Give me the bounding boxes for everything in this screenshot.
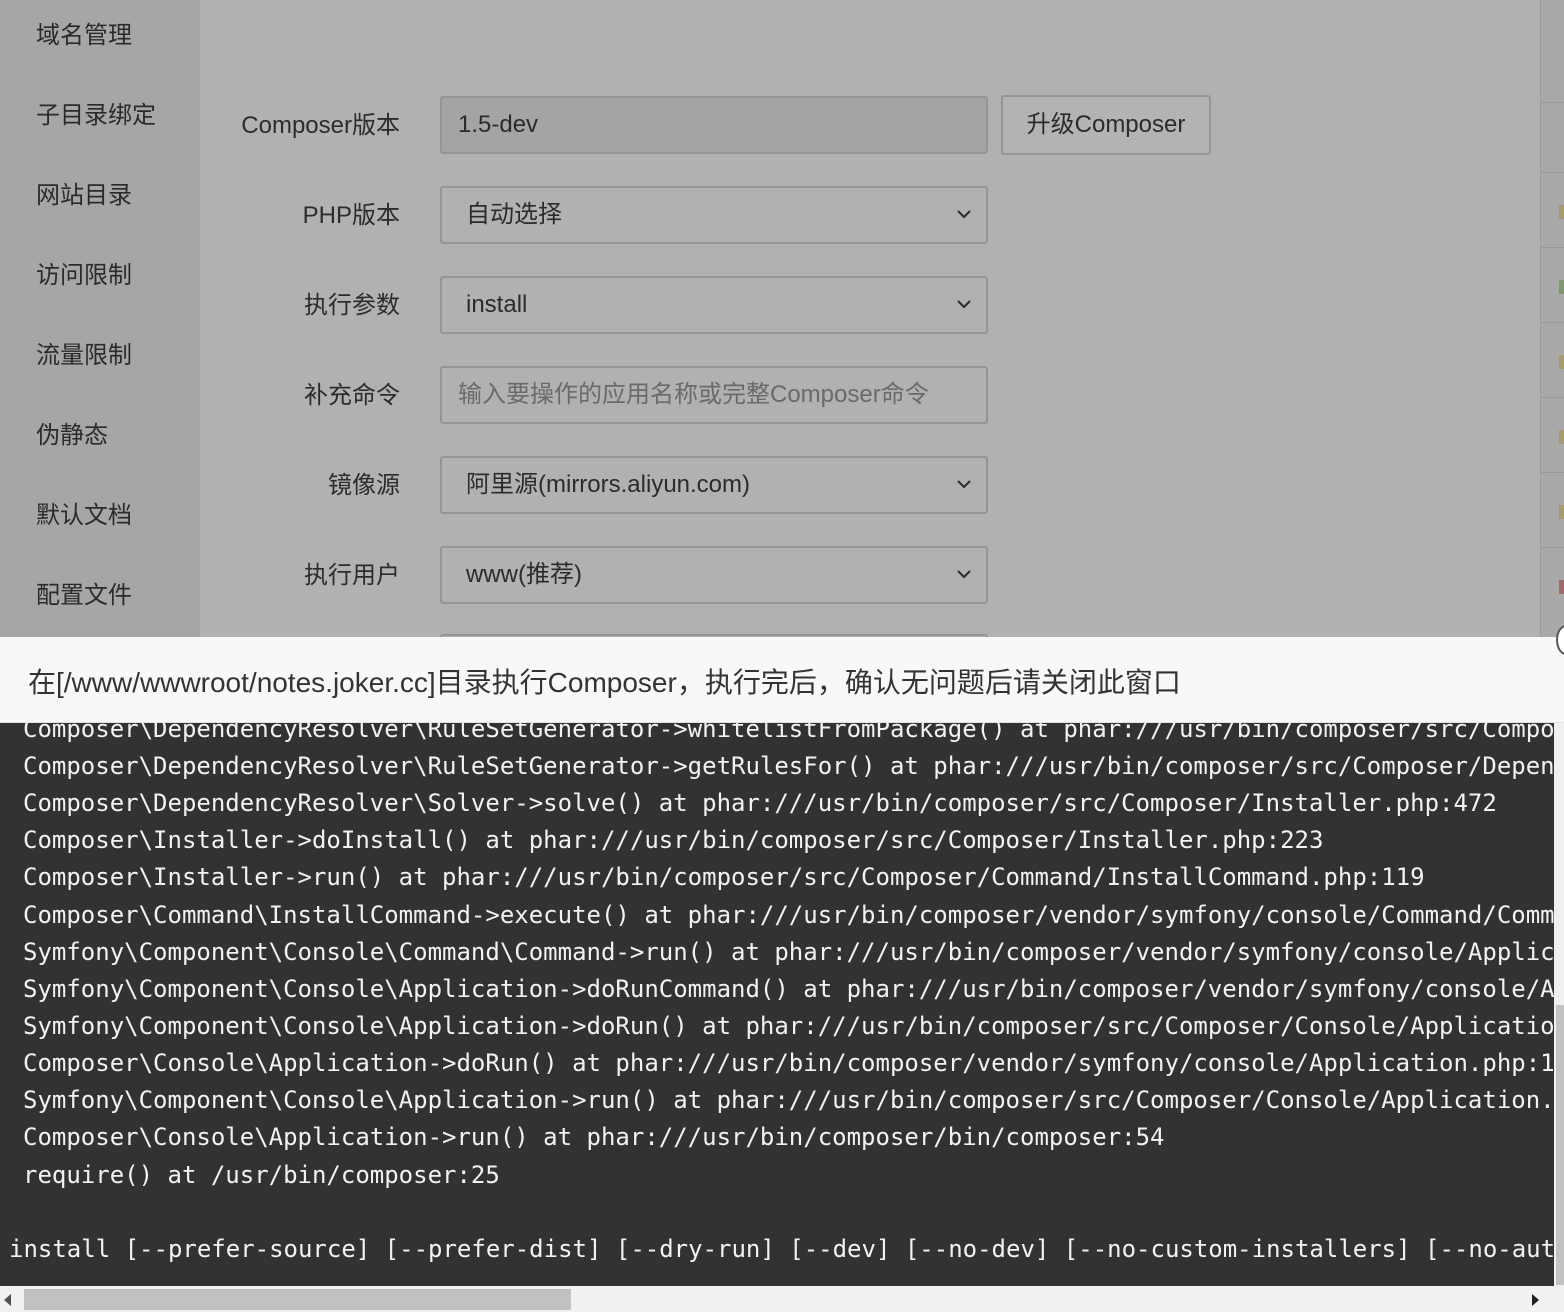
composer-version-label: Composer版本 xyxy=(241,112,400,139)
sidebar-item-default-doc[interactable]: 默认文档 xyxy=(36,496,132,536)
sidebar-item-site-directory[interactable]: 网站目录 xyxy=(36,176,132,216)
exec-args-label: 执行参数 xyxy=(304,292,400,319)
sidebar-item-config-file[interactable]: 配置文件 xyxy=(36,576,132,616)
terminal-line: Symfony\Component\Console\Application->d… xyxy=(23,1012,1554,1040)
scroll-right-arrow-icon[interactable] xyxy=(1532,1294,1539,1306)
dialog-title: 在[/www/wwwroot/notes.joker.cc]目录执行Compos… xyxy=(28,667,1181,698)
composer-version-field: 1.5-dev xyxy=(440,96,988,154)
sidebar-item-rewrite[interactable]: 伪静态 xyxy=(36,416,108,456)
sidebar-item-traffic-limit[interactable]: 流量限制 xyxy=(36,336,132,376)
mirror-label: 镜像源 xyxy=(328,472,400,499)
terminal-line: Composer\DependencyResolver\RuleSetGener… xyxy=(23,752,1554,780)
php-version-value: 自动选择 xyxy=(466,201,562,228)
background-panel: 域名管理 子目录绑定 网站目录 访问限制 流量限制 伪静态 默认文档 配置文件 … xyxy=(0,0,1564,637)
horizontal-scrollbar[interactable] xyxy=(0,1286,1564,1312)
php-version-select[interactable]: 自动选择 xyxy=(440,186,988,244)
chevron-down-icon xyxy=(957,480,971,489)
extra-command-label: 补充命令 xyxy=(304,382,400,409)
terminal-line: Composer\Installer->doInstall() at phar:… xyxy=(23,826,1324,854)
dialog-title-bar: 在[/www/wwwroot/notes.joker.cc]目录执行Compos… xyxy=(0,637,1564,723)
terminal-line: Composer\Console\Application->doRun() at… xyxy=(23,1049,1554,1077)
composer-output-terminal: Composer\DependencyResolver\RuleSetGener… xyxy=(0,723,1554,1286)
sidebar-item-domain[interactable]: 域名管理 xyxy=(36,16,132,56)
exec-user-select[interactable]: www(推荐) xyxy=(440,546,988,604)
php-version-label: PHP版本 xyxy=(302,202,400,229)
chevron-down-icon xyxy=(957,300,971,309)
terminal-line: Composer\DependencyResolver\Solver->solv… xyxy=(23,789,1497,817)
upgrade-composer-button[interactable]: 升级Composer xyxy=(1001,95,1211,155)
mirror-value: 阿里源(mirrors.aliyun.com) xyxy=(466,471,751,498)
terminal-line: Composer\Command\InstallCommand->execute… xyxy=(23,901,1554,929)
chevron-down-icon xyxy=(957,570,971,579)
exec-user-label: 执行用户 xyxy=(304,562,400,589)
scroll-left-arrow-icon[interactable] xyxy=(4,1294,11,1306)
horizontal-scroll-thumb[interactable] xyxy=(24,1289,571,1310)
terminal-line: Composer\DependencyResolver\RuleSetGener… xyxy=(23,723,1554,743)
terminal-line: require() at /usr/bin/composer:25 xyxy=(23,1161,500,1189)
terminal-line: Composer\Console\Application->run() at p… xyxy=(23,1123,1165,1151)
exec-args-value: install xyxy=(466,291,528,318)
scrollbar-corner xyxy=(1554,1286,1564,1312)
terminal-line: Symfony\Component\Console\Command\Comman… xyxy=(23,938,1554,966)
terminal-vertical-scroll-thumb[interactable] xyxy=(1556,1005,1564,1285)
extra-command-input[interactable]: 输入要操作的应用名称或完整Composer命令 xyxy=(440,366,988,424)
exec-args-select[interactable]: install xyxy=(440,276,988,334)
mirror-select[interactable]: 阿里源(mirrors.aliyun.com) xyxy=(440,456,988,514)
terminal-usage-line: install [--prefer-source] [--prefer-dist… xyxy=(9,1235,1554,1263)
sidebar-item-subdir-binding[interactable]: 子目录绑定 xyxy=(36,96,156,136)
sidebar-item-access-limit[interactable]: 访问限制 xyxy=(36,256,132,296)
chevron-down-icon xyxy=(957,210,971,219)
underlying-table-edge xyxy=(1540,0,1564,637)
terminal-line: Composer\Installer->run() at phar:///usr… xyxy=(23,863,1425,891)
site-settings-sidebar: 域名管理 子目录绑定 网站目录 访问限制 流量限制 伪静态 默认文档 配置文件 xyxy=(0,0,200,637)
terminal-line: Symfony\Component\Console\Application->r… xyxy=(23,1086,1554,1114)
exec-user-value: www(推荐) xyxy=(466,561,582,588)
terminal-line: Symfony\Component\Console\Application->d… xyxy=(23,975,1554,1003)
